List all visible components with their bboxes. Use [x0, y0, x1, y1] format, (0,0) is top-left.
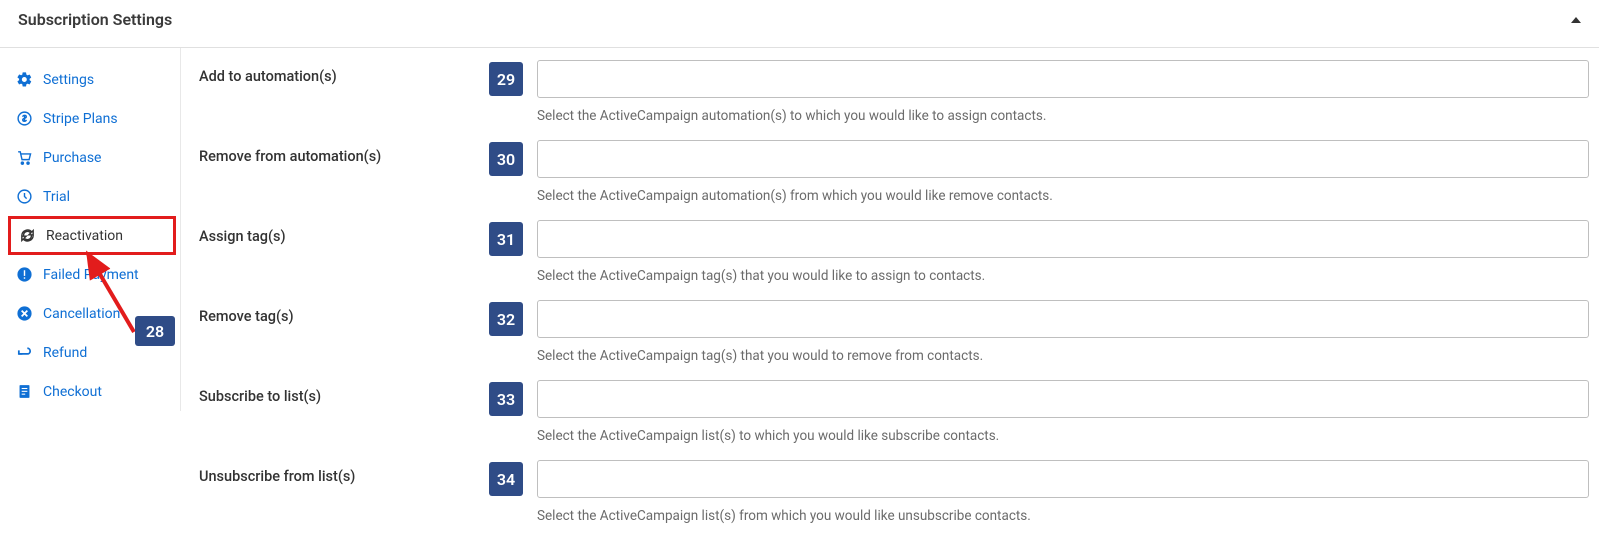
field-label: Subscribe to list(s) [199, 380, 489, 405]
cart-icon [16, 149, 33, 166]
annotation-badge-30: 30 [489, 142, 523, 176]
field-subscribe-lists: Subscribe to list(s) 33 Select the Activ… [199, 380, 1589, 444]
settings-header: Subscription Settings [0, 0, 1599, 48]
field-remove-tags: Remove tag(s) 32 Select the ActiveCampai… [199, 300, 1589, 364]
form-content: Add to automation(s) 29 Select the Activ… [181, 48, 1599, 560]
field-help: Select the ActiveCampaign automation(s) … [537, 108, 1589, 124]
sidebar-item-purchase[interactable]: Purchase [0, 138, 180, 177]
field-unsubscribe-lists: Unsubscribe from list(s) 34 Select the A… [199, 460, 1589, 524]
field-label: Remove from automation(s) [199, 140, 489, 165]
field-label: Add to automation(s) [199, 60, 489, 85]
collapse-caret-icon[interactable] [1571, 17, 1581, 23]
sidebar-item-label: Failed Payment [43, 267, 139, 283]
sidebar-item-label: Reactivation [46, 228, 123, 244]
annotation-badge-31: 31 [489, 222, 523, 256]
unsubscribe-lists-input[interactable] [537, 460, 1589, 498]
sidebar-item-label: Refund [43, 345, 87, 361]
field-remove-from-automations: Remove from automation(s) 30 Select the … [199, 140, 1589, 204]
annotation-badge-28: 28 [135, 316, 175, 346]
sidebar-item-settings[interactable]: Settings [0, 60, 180, 99]
annotation-badge-33: 33 [489, 382, 523, 416]
field-help: Select the ActiveCampaign list(s) to whi… [537, 428, 1589, 444]
sidebar: Settings Stripe Plans Purchase [0, 48, 181, 411]
field-help: Select the ActiveCampaign tag(s) that yo… [537, 268, 1589, 284]
remove-from-automations-input[interactable] [537, 140, 1589, 178]
add-to-automations-input[interactable] [537, 60, 1589, 98]
gear-icon [16, 71, 33, 88]
remove-tags-input[interactable] [537, 300, 1589, 338]
sidebar-item-label: Settings [43, 72, 94, 88]
subscribe-lists-input[interactable] [537, 380, 1589, 418]
sidebar-item-reactivation[interactable]: Reactivation [8, 216, 176, 255]
sidebar-item-label: Checkout [43, 384, 102, 400]
document-icon [16, 383, 33, 400]
field-label: Remove tag(s) [199, 300, 489, 325]
field-help: Select the ActiveCampaign automation(s) … [537, 188, 1589, 204]
annotation-badge-32: 32 [489, 302, 523, 336]
field-help: Select the ActiveCampaign tag(s) that yo… [537, 348, 1589, 364]
assign-tags-input[interactable] [537, 220, 1589, 258]
sidebar-item-label: Purchase [43, 150, 101, 166]
field-help: Select the ActiveCampaign list(s) from w… [537, 508, 1589, 524]
sidebar-item-label: Trial [43, 189, 70, 205]
sidebar-item-checkout[interactable]: Checkout [0, 372, 180, 411]
sidebar-item-stripe-plans[interactable]: Stripe Plans [0, 99, 180, 138]
return-arrow-icon [16, 344, 33, 361]
alert-circle-icon [16, 266, 33, 283]
sidebar-item-label: Cancellation [43, 306, 120, 322]
sidebar-item-failed-payment[interactable]: Failed Payment [0, 255, 180, 294]
page-title: Subscription Settings [18, 10, 172, 29]
field-label: Unsubscribe from list(s) [199, 460, 489, 485]
sidebar-item-label: Stripe Plans [43, 111, 118, 127]
field-label: Assign tag(s) [199, 220, 489, 245]
dollar-circle-icon [16, 110, 33, 127]
annotation-badge-34: 34 [489, 462, 523, 496]
field-assign-tags: Assign tag(s) 31 Select the ActiveCampai… [199, 220, 1589, 284]
field-add-to-automations: Add to automation(s) 29 Select the Activ… [199, 60, 1589, 124]
clock-icon [16, 188, 33, 205]
refresh-icon [19, 227, 36, 244]
annotation-badge-29: 29 [489, 62, 523, 96]
sidebar-item-trial[interactable]: Trial [0, 177, 180, 216]
x-circle-icon [16, 305, 33, 322]
